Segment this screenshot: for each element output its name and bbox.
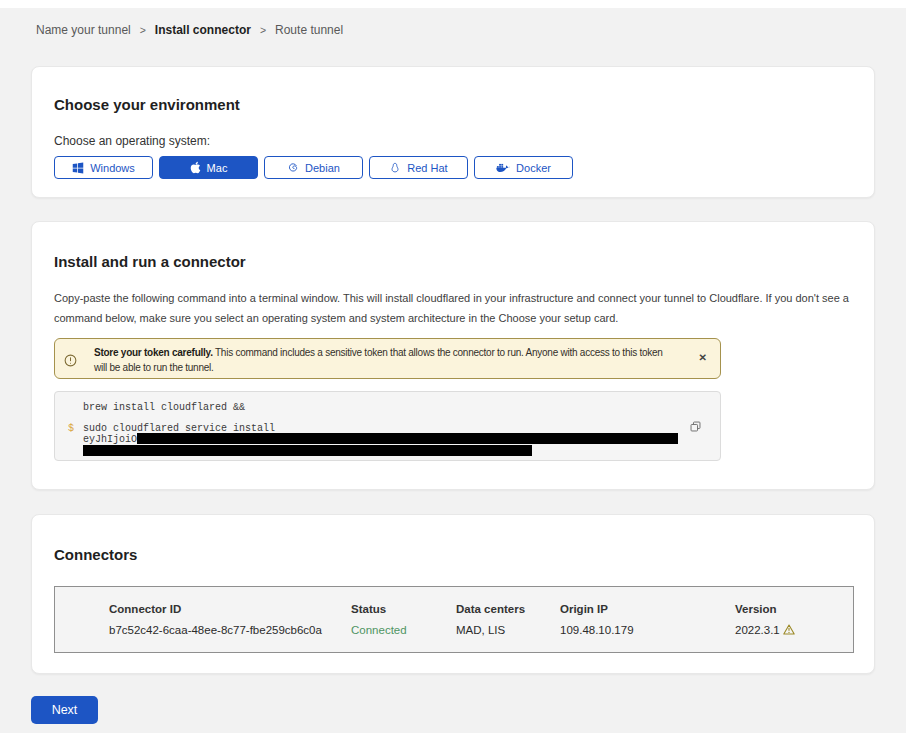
header-origin-ip: Origin IP (560, 603, 608, 615)
status-badge: Connected (351, 624, 407, 636)
header-data-centers: Data centers (456, 603, 525, 615)
install-description: Copy-paste the following command into a … (54, 288, 849, 328)
connectors-card-title: Connectors (54, 546, 137, 563)
environment-card-title: Choose your environment (54, 96, 240, 113)
redaction-bar (137, 433, 678, 444)
next-button[interactable]: Next (31, 696, 98, 724)
value-version: 2022.3.1 (735, 624, 795, 637)
os-button-docker[interactable]: Docker (474, 156, 573, 179)
apple-icon (190, 161, 201, 174)
os-button-label: Mac (207, 162, 228, 174)
value-connector-id: b7c52c42-6caa-48ee-8c77-fbe259cb6c0a (109, 624, 322, 636)
os-button-label: Docker (516, 162, 551, 174)
terminal-command-block: $ brew install cloudflared && sudo cloud… (54, 391, 721, 461)
redhat-icon (389, 162, 401, 174)
os-button-label: Debian (305, 162, 340, 174)
command-line-1: brew install cloudflared && (83, 402, 245, 413)
breadcrumb-item-route-tunnel[interactable]: Route tunnel (275, 23, 343, 37)
os-button-label: Red Hat (407, 162, 447, 174)
os-button-group: Windows Mac Debian Red Hat Docker (54, 156, 573, 179)
warning-triangle-icon (783, 624, 795, 637)
breadcrumb-separator: > (140, 24, 146, 36)
copy-icon[interactable] (689, 420, 702, 436)
os-select-label: Choose an operating system: (54, 134, 210, 148)
choose-environment-card: Choose your environment Choose an operat… (31, 66, 875, 198)
redaction-bar (83, 445, 532, 456)
token-warning-banner: Store your token carefully. This command… (54, 338, 721, 379)
warning-message: Store your token carefully. This command… (94, 345, 666, 375)
install-connector-card: Install and run a connector Copy-paste t… (31, 221, 875, 490)
os-button-mac[interactable]: Mac (159, 156, 258, 179)
close-icon[interactable]: ✕ (699, 352, 707, 364)
debian-icon (287, 162, 299, 174)
breadcrumb-item-install-connector[interactable]: Install connector (155, 23, 251, 37)
breadcrumb-item-name-your-tunnel[interactable]: Name your tunnel (36, 23, 131, 37)
connectors-card: Connectors Connector ID b7c52c42-6caa-48… (31, 514, 875, 674)
os-button-debian[interactable]: Debian (264, 156, 363, 179)
header-version: Version (735, 603, 777, 615)
header-status: Status (351, 603, 386, 615)
os-button-label: Windows (90, 162, 135, 174)
windows-icon (72, 162, 84, 174)
install-card-title: Install and run a connector (54, 253, 246, 270)
alert-circle-icon (64, 353, 77, 371)
header-connector-id: Connector ID (109, 603, 181, 615)
connectors-table: Connector ID b7c52c42-6caa-48ee-8c77-fbe… (54, 586, 854, 653)
value-data-centers: MAD, LIS (456, 624, 505, 636)
breadcrumb: Name your tunnel > Install connector > R… (36, 23, 343, 37)
os-button-windows[interactable]: Windows (54, 156, 153, 179)
os-button-redhat[interactable]: Red Hat (369, 156, 468, 179)
warning-title: Store your token carefully. (94, 347, 213, 358)
value-origin-ip: 109.48.10.179 (560, 624, 634, 636)
docker-icon (496, 162, 510, 173)
token-prefix: eyJhIjoiO (83, 434, 137, 445)
version-text: 2022.3.1 (735, 624, 780, 636)
terminal-prompt: $ (68, 423, 74, 434)
breadcrumb-separator: > (260, 24, 266, 36)
